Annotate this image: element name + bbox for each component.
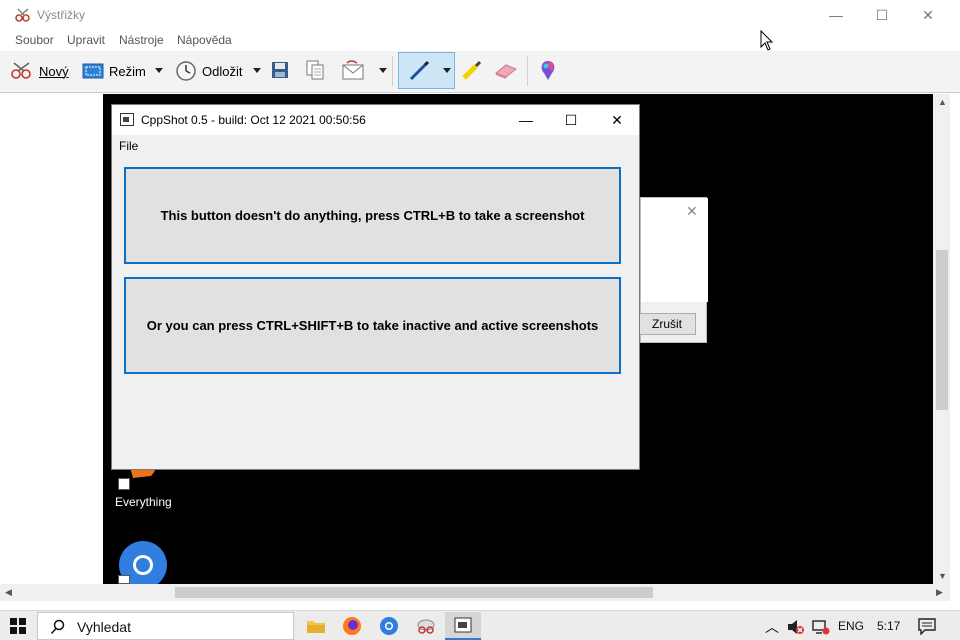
save-icon[interactable] — [271, 61, 289, 79]
taskbar-snipping-tool[interactable] — [408, 612, 444, 640]
menu-upravit[interactable]: Upravit — [67, 33, 105, 47]
minimize-button[interactable]: — — [814, 4, 858, 26]
eraser-icon[interactable] — [493, 61, 519, 81]
cppshot-title: CppShot 0.5 - build: Oct 12 2021 00:50:5… — [141, 113, 366, 127]
send-email-icon[interactable] — [341, 59, 367, 81]
pen-icon[interactable] — [407, 59, 431, 83]
taskbar-file-explorer[interactable] — [298, 612, 334, 640]
cppshot-titlebar: CppShot 0.5 - build: Oct 12 2021 00:50:5… — [112, 105, 639, 135]
delay-button[interactable]: Odložit — [175, 60, 242, 82]
clock[interactable]: 5:17 — [877, 619, 900, 633]
highlighter-icon[interactable] — [459, 59, 483, 83]
notifications-icon[interactable] — [918, 618, 936, 635]
scroll-up-arrow-icon[interactable]: ▲ — [938, 97, 947, 107]
mode-rectangle-icon — [82, 63, 104, 79]
maximize-button[interactable]: ☐ — [860, 4, 904, 26]
cppshot-app-icon — [120, 113, 134, 126]
clock-icon — [176, 61, 196, 81]
shortcut-info-button[interactable]: Or you can press CTRL+SHIFT+B to take in… — [124, 277, 621, 374]
new-snip-label: Nový — [39, 63, 69, 79]
new-snip-button[interactable]: Nový — [10, 60, 69, 82]
cppshot-close-button[interactable]: ✕ — [597, 109, 637, 131]
background-dialog-close-icon[interactable]: ✕ — [686, 203, 698, 220]
chrome-icon — [380, 617, 398, 635]
paint3d-icon[interactable] — [537, 59, 559, 83]
canvas-white-area — [8, 94, 103, 584]
network-icon[interactable] — [812, 619, 830, 635]
copy-icon[interactable] — [305, 60, 325, 80]
windows-logo-icon — [10, 618, 26, 634]
mouse-cursor-icon — [760, 30, 774, 51]
screen: Výstřižky — ☐ ✕ Soubor Upravit Nástroje … — [0, 0, 960, 640]
scissors-app-icon — [15, 8, 30, 22]
cppshot-window: CppShot 0.5 - build: Oct 12 2021 00:50:5… — [111, 104, 640, 470]
cancel-button[interactable]: Zrušit — [638, 313, 696, 335]
taskbar: Vyhledat ︿ ENG 5:17 — [0, 610, 960, 640]
cppshot-menu-file[interactable]: File — [119, 139, 138, 153]
cppshot-taskbar-icon — [454, 617, 472, 633]
close-button[interactable]: ✕ — [906, 4, 950, 26]
cppshot-maximize-button[interactable]: ☐ — [551, 109, 591, 131]
pen-dropdown-arrow[interactable] — [443, 68, 451, 73]
firefox-icon — [343, 617, 361, 635]
volume-muted-icon[interactable] — [787, 619, 805, 635]
desktop-icon-label-everything[interactable]: Everything — [115, 495, 172, 509]
scroll-right-arrow-icon[interactable]: ▶ — [936, 587, 943, 598]
delay-label: Odložit — [202, 63, 243, 79]
window-right-edge — [950, 94, 960, 584]
toolbar-separator — [392, 56, 393, 86]
scroll-corner — [950, 584, 960, 601]
cppshot-minimize-button[interactable]: — — [506, 109, 546, 131]
send-dropdown-arrow[interactable] — [379, 68, 387, 73]
language-indicator[interactable]: ENG — [838, 619, 864, 633]
toolbar-separator-2 — [527, 56, 528, 86]
search-placeholder: Vyhledat — [77, 619, 131, 635]
snipping-tool-icon — [417, 619, 435, 634]
new-snip-icon — [11, 62, 31, 79]
taskbar-search-box[interactable]: Vyhledat — [37, 612, 294, 640]
window-bottom-edge — [0, 601, 960, 610]
mode-dropdown-arrow[interactable] — [155, 68, 163, 73]
scroll-left-arrow-icon[interactable]: ◀ — [5, 587, 12, 598]
search-icon — [50, 619, 65, 635]
shortcut-arrow-icon-2 — [118, 575, 130, 584]
start-button[interactable] — [0, 611, 36, 640]
menu-nastroje[interactable]: Nástroje — [119, 33, 164, 47]
canvas-left-edge — [0, 94, 8, 584]
background-dialog-body — [641, 198, 708, 302]
mode-label: Režim — [109, 63, 146, 79]
menu-soubor[interactable]: Soubor — [15, 33, 54, 47]
taskbar-firefox[interactable] — [334, 612, 370, 640]
shortcut-arrow-icon — [118, 478, 130, 490]
tray-chevron-up-icon[interactable]: ︿ — [765, 617, 779, 637]
snipping-tool-titlebar: Výstřižky — ☐ ✕ — [0, 0, 960, 31]
taskbar-cppshot-active[interactable] — [445, 612, 481, 640]
taskbar-chrome[interactable] — [371, 612, 407, 640]
screenshot-info-button[interactable]: This button doesn't do anything, press C… — [124, 167, 621, 264]
horizontal-scroll-thumb[interactable] — [175, 587, 653, 598]
folder-icon — [307, 621, 325, 633]
vertical-scroll-thumb[interactable] — [936, 250, 948, 410]
menu-bar: Soubor Upravit Nástroje Nápověda — [0, 31, 960, 51]
mode-button[interactable]: Režim — [82, 60, 146, 82]
window-title: Výstřižky — [37, 8, 85, 22]
delay-dropdown-arrow[interactable] — [253, 68, 261, 73]
scroll-down-arrow-icon[interactable]: ▼ — [938, 571, 947, 581]
menu-napoveda[interactable]: Nápověda — [177, 33, 232, 47]
